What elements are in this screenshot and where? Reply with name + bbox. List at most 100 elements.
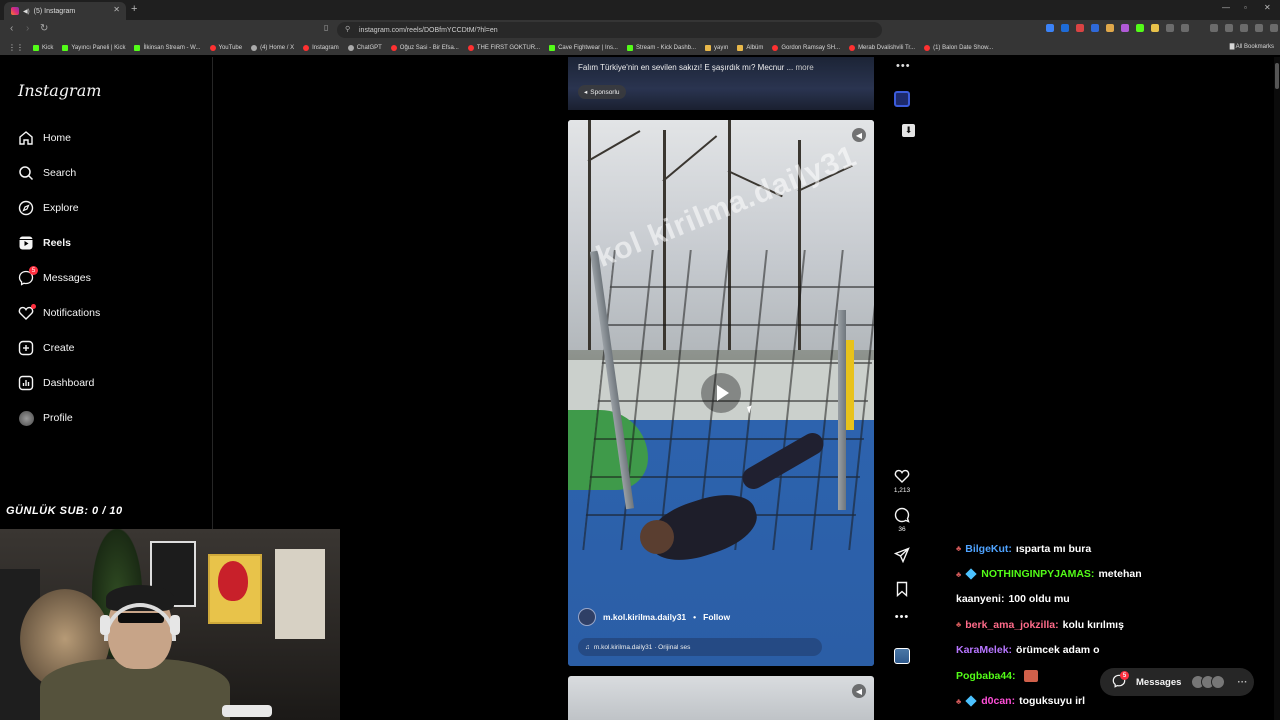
bookmark-item[interactable]: Oğuz Sasi - Bir Efsa... [390,44,459,51]
all-bookmarks-label: All Bookmarks [1235,44,1274,50]
extension-icon[interactable] [1061,24,1069,32]
nav-dashboard[interactable]: Dashboard [18,371,94,395]
extension-icon[interactable] [1106,24,1114,32]
nav-create-label: Create [43,342,75,354]
like-button[interactable]: 1,213 [894,468,910,494]
close-tab-icon[interactable]: ✕ [113,5,120,14]
apps-grid-icon[interactable]: ⋮⋮ [8,43,24,52]
reload-icon[interactable]: ↻ [40,23,48,34]
messages-badge: 5 [29,266,38,275]
extension-icon[interactable] [1136,24,1144,32]
bookmark-item[interactable]: Instagram [303,44,339,51]
bookmark-item[interactable]: YouTube [209,44,242,51]
chat-username: Pogbaba44: [956,669,1016,682]
sponsored-chip[interactable]: ◂ Sponsorlu [578,85,626,99]
nav-messages[interactable]: 5 Messages [18,266,91,290]
tab-search-icon[interactable] [1240,24,1248,32]
audio-thumbnail[interactable] [894,648,910,664]
messages-pill[interactable]: 5 Messages ··· [1100,668,1254,696]
author-avatar[interactable] [578,608,596,626]
bookmark-item[interactable]: Albüm [737,44,763,51]
extension-icon[interactable] [1046,24,1054,32]
extension-icon[interactable] [1121,24,1129,32]
follow-button[interactable]: Follow [703,612,730,622]
author-username[interactable]: m.kol.kirilma.daily31 [603,612,686,622]
chat-emote-icon [1023,669,1038,682]
extension-icon[interactable] [1151,24,1159,32]
extension-icon[interactable] [1076,24,1084,32]
audio-chip[interactable]: ♫ m.kol.kirilma.daily31 · Orijinal ses [578,638,822,656]
bookmark-item[interactable]: Yayıncı Paneli | Kick [62,44,125,51]
maximize-icon[interactable]: ▫ [1244,3,1247,12]
share-button[interactable] [894,547,910,563]
play-button[interactable] [701,373,741,413]
caption-text: Falım Türkiye'nin en sevilen sakızı! E ş… [578,63,794,72]
music-note-icon: ♫ [585,643,590,651]
nav-create[interactable]: Create [18,336,75,360]
bookmark-item[interactable]: ChatGPT [347,44,382,51]
bookmark-item[interactable]: THE FIRST GOKTUR... [467,44,540,51]
page-scrollbar[interactable] [1274,57,1280,720]
next-reel[interactable]: ◀ [568,676,874,720]
back-icon[interactable]: ‹ [10,23,13,34]
reel-author: m.kol.kirilma.daily31 • Follow [578,608,730,626]
nav-explore[interactable]: Explore [18,196,79,220]
bookmark-item[interactable]: Stream - Kick Dashb... [626,44,696,51]
audio-thumbnail[interactable] [894,91,910,107]
messages-pill-label: Messages [1136,676,1182,688]
bookmark-item[interactable]: (1) Balon Date Show... [924,44,994,51]
tab-title: (5) Instagram [33,7,76,15]
bookmark-label: (1) Balon Date Show... [933,44,994,51]
bookmark-label: Merab Dvalishvili Tr... [858,44,916,51]
bookmark-item[interactable]: Cave Fightwear | Ins... [549,44,618,51]
instagram-logo[interactable]: Instagram [18,81,101,100]
comment-button[interactable]: 36 [894,507,910,533]
mute-icon[interactable]: ◀ [852,128,866,142]
nav-search[interactable]: Search [18,161,76,185]
nav-profile[interactable]: Profile [18,406,73,430]
bookmark-item[interactable]: Kick [33,44,53,51]
url-field[interactable]: ⚲ instagram.com/reels/DOBfmYCCDtM/?hl=en [337,22,882,38]
bookmark-item[interactable]: Gordon Ramsay SH... [772,44,840,51]
chat-text: 100 oldu mu [1008,593,1070,606]
save-button[interactable] [894,581,910,597]
more-options-icon[interactable]: ••• [896,60,911,72]
new-tab-button[interactable]: + [131,3,137,15]
like-count: 1,213 [893,487,911,494]
extensions-puzzle-icon[interactable] [1166,24,1174,32]
bookmark-item[interactable]: yayın [705,44,729,51]
caption-more-link[interactable]: more [795,63,813,72]
close-window-icon[interactable]: ✕ [1264,3,1271,12]
media-control-icon[interactable] [1210,24,1218,32]
nav-notifications[interactable]: Notifications [18,301,100,325]
bookmark-item[interactable]: (4) Home / X [251,44,294,51]
nav-profile-label: Profile [43,412,73,424]
bookmark-favicon-icon [626,44,633,51]
notification-dot [31,304,36,309]
mute-icon[interactable]: ◀ [852,684,866,698]
browser-tab-instagram[interactable]: ◀) (5) Instagram ✕ [4,2,126,20]
bookmark-favicon-icon [134,44,141,51]
site-info-icon[interactable]: ⚲ [345,25,350,33]
profile-icon[interactable] [1270,24,1278,32]
downloads-icon[interactable] [1255,24,1263,32]
extension-icon[interactable] [1091,24,1099,32]
bookmark-favicon-icon [347,44,354,51]
nav-home[interactable]: Home [18,126,71,150]
bookmark-label: Oğuz Sasi - Bir Efsa... [399,44,459,51]
bookmark-label: yayın [714,44,729,51]
bookmark-page-icon[interactable]: ▯ [324,23,328,32]
extension-icon[interactable] [1181,24,1189,32]
child-head [640,520,674,554]
all-bookmarks[interactable]: ▇ All Bookmarks [1230,43,1274,50]
nav-reels[interactable]: Reels [18,231,71,255]
chat-message: ♣ berk_ama_jokzilla: kolu kırılmış [956,612,1266,637]
minimize-icon[interactable]: — [1222,3,1230,12]
reel-video[interactable]: kol kirilma.daily31 ◀ m.kol.kirilma.dail… [568,120,874,666]
forward-icon[interactable]: › [26,23,29,34]
bookmark-item[interactable]: Merab Dvalishvili Tr... [849,44,916,51]
more-options-icon[interactable]: ••• [895,611,910,623]
download-icon[interactable]: ⬇ [902,124,915,137]
sidebar-icon[interactable] [1225,24,1233,32]
bookmark-item[interactable]: İlkinsan Stream - W... [134,44,201,51]
